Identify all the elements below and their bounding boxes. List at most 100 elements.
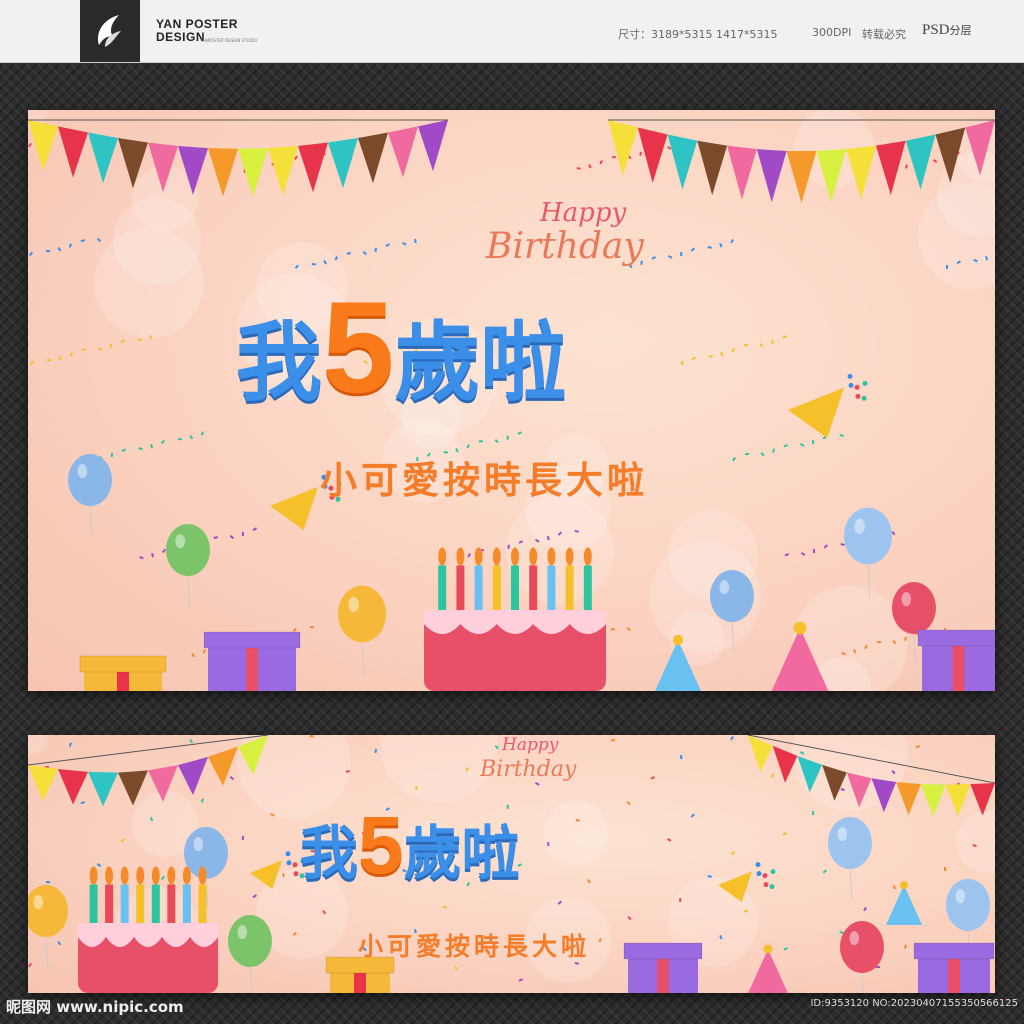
confetti bbox=[252, 527, 258, 532]
confetti bbox=[760, 452, 765, 457]
pennant-flag bbox=[178, 756, 208, 796]
popper-burst bbox=[862, 380, 868, 386]
confetti bbox=[97, 347, 103, 352]
balloon bbox=[710, 570, 754, 622]
candle-flame bbox=[182, 866, 191, 885]
confetti bbox=[892, 884, 897, 890]
balloon-highlight bbox=[237, 925, 248, 940]
popper-burst bbox=[755, 862, 761, 868]
layers-text: 分层 bbox=[949, 24, 972, 37]
confetti bbox=[932, 158, 938, 163]
confetti bbox=[191, 653, 196, 658]
candle-flame bbox=[565, 547, 574, 566]
title-rest: 歲啦 bbox=[394, 313, 567, 413]
confetti bbox=[587, 879, 591, 884]
candle-flame bbox=[492, 547, 501, 566]
gift-lid bbox=[79, 655, 167, 673]
candle-flame bbox=[105, 866, 114, 885]
pennant-flag bbox=[298, 142, 328, 193]
wing-logo-icon bbox=[97, 15, 121, 47]
candle bbox=[182, 884, 191, 923]
confetti bbox=[863, 906, 867, 912]
confetti bbox=[707, 246, 712, 249]
header-bar: YAN POSTER DESIGN YANPOSTER DESIGN STUDI… bbox=[0, 0, 1024, 63]
confetti bbox=[121, 448, 126, 453]
cake-frosting bbox=[424, 610, 606, 634]
balloon bbox=[166, 524, 210, 576]
confetti bbox=[731, 347, 735, 353]
confetti bbox=[518, 978, 523, 982]
balloon bbox=[946, 879, 990, 931]
title-rest-small: 歲啦 bbox=[403, 819, 520, 887]
confetti bbox=[229, 535, 235, 540]
confetti bbox=[57, 941, 62, 946]
confetti bbox=[28, 962, 32, 968]
party-hat bbox=[748, 949, 788, 993]
confetti bbox=[120, 838, 125, 843]
title-number-small: 5 bbox=[358, 800, 404, 891]
candle bbox=[583, 565, 592, 610]
gift-lid bbox=[917, 629, 995, 647]
balloon-highlight bbox=[348, 596, 359, 613]
popper-burst bbox=[769, 884, 775, 890]
confetti bbox=[28, 251, 33, 257]
confetti bbox=[478, 440, 484, 443]
candle-flame bbox=[167, 866, 176, 885]
candle-flame bbox=[120, 866, 129, 885]
brand-logo bbox=[80, 0, 140, 62]
brand-subtext: YANPOSTER DESIGN STUDIO bbox=[200, 38, 257, 43]
gift-ribbon bbox=[246, 646, 258, 691]
confetti bbox=[915, 745, 920, 749]
subtitle: 小可愛按時長大啦 bbox=[320, 459, 648, 502]
popper-burst bbox=[286, 860, 292, 866]
pennant-flag bbox=[388, 126, 418, 178]
bokeh-light bbox=[94, 228, 204, 338]
party-popper bbox=[788, 387, 844, 438]
pennant-flag bbox=[88, 132, 118, 184]
pennant-flag bbox=[920, 784, 946, 817]
confetti bbox=[784, 553, 789, 557]
candle-flame bbox=[89, 866, 98, 885]
confetti bbox=[719, 242, 723, 248]
pennant-flag bbox=[667, 134, 698, 190]
popper-burst bbox=[855, 393, 861, 399]
pennant-flag bbox=[637, 127, 668, 183]
confetti bbox=[823, 544, 828, 549]
gift-lid bbox=[913, 942, 995, 960]
confetti bbox=[385, 243, 390, 247]
pennant-flag bbox=[418, 120, 448, 172]
confetti bbox=[506, 435, 509, 440]
confetti bbox=[610, 739, 615, 742]
confetti bbox=[680, 755, 683, 760]
candle-flame bbox=[438, 547, 447, 566]
confetti bbox=[626, 627, 631, 632]
happy-text-small: Happy bbox=[502, 735, 559, 755]
site-watermark: 昵图网 www.nipic.com bbox=[6, 998, 184, 1016]
confetti bbox=[202, 649, 207, 654]
confetti bbox=[840, 543, 845, 547]
confetti bbox=[891, 531, 896, 536]
party-hat-pompom bbox=[763, 944, 773, 954]
balloon-highlight bbox=[193, 837, 204, 852]
candle bbox=[547, 565, 556, 610]
confetti bbox=[68, 243, 72, 248]
popper-burst bbox=[763, 882, 769, 888]
balloon-highlight bbox=[175, 534, 186, 549]
party-hat bbox=[886, 885, 922, 925]
confetti bbox=[160, 439, 166, 445]
pennant-flag bbox=[748, 735, 773, 773]
pennant-flag bbox=[58, 126, 88, 178]
popper-burst bbox=[854, 384, 860, 390]
gift-ribbon bbox=[657, 957, 669, 993]
main-title: 我5歲啦 bbox=[236, 272, 566, 422]
pennant-flag bbox=[88, 771, 118, 807]
title-number: 5 bbox=[322, 274, 395, 420]
candle bbox=[198, 884, 207, 923]
popper-burst bbox=[847, 373, 853, 379]
confetti bbox=[839, 433, 844, 437]
size-info: 尺寸：3189*5315 1417*5315 bbox=[618, 28, 778, 41]
candle bbox=[151, 884, 160, 923]
pennant-flag bbox=[358, 132, 388, 184]
balloon bbox=[844, 507, 892, 565]
confetti bbox=[374, 247, 378, 252]
